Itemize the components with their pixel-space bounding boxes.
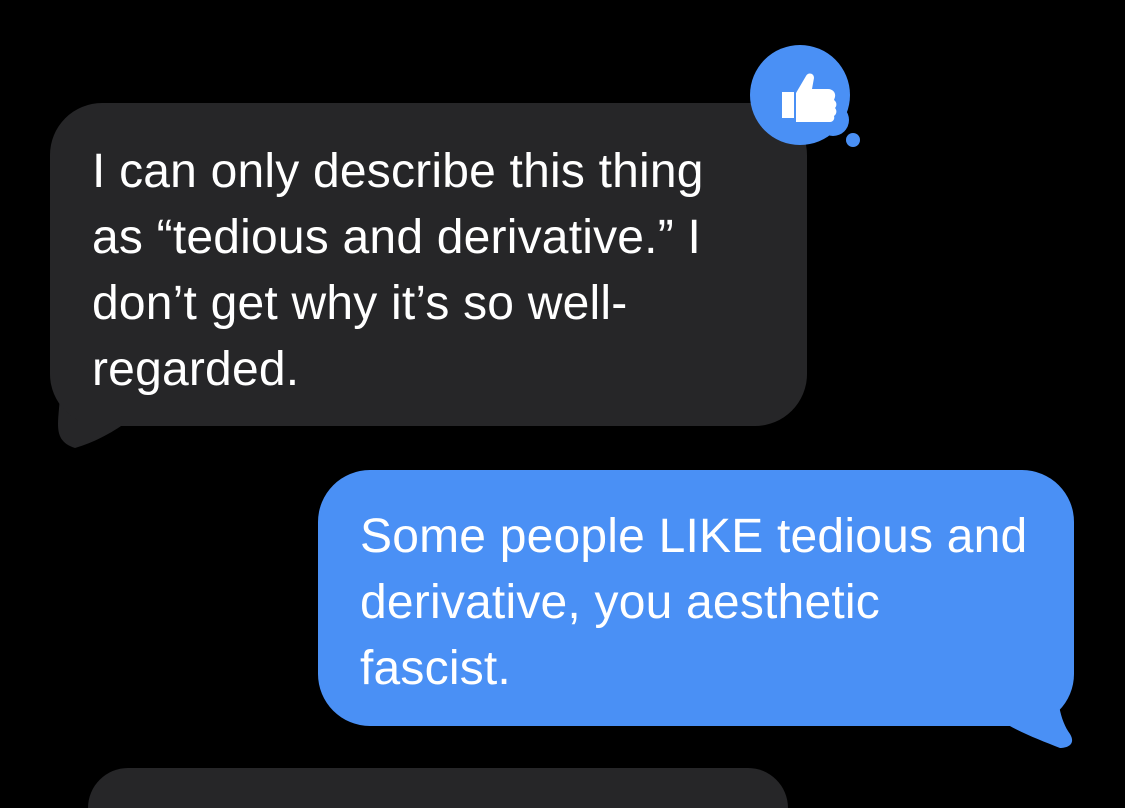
outgoing-message-text: Some people LIKE tedious and derivative,…	[360, 510, 1028, 695]
outgoing-message-bubble[interactable]: Some people LIKE tedious and derivative,…	[318, 470, 1074, 726]
thumbs-up-icon[interactable]	[749, 44, 861, 156]
incoming-message-bubble[interactable]: I can only describe this thing as “tedio…	[50, 103, 807, 426]
message-thread: I can only describe this thing as “tedio…	[0, 0, 1125, 808]
incoming-message-text: I can only describe this thing as “tedio…	[92, 145, 704, 396]
next-message-bubble-partial[interactable]	[88, 768, 788, 808]
